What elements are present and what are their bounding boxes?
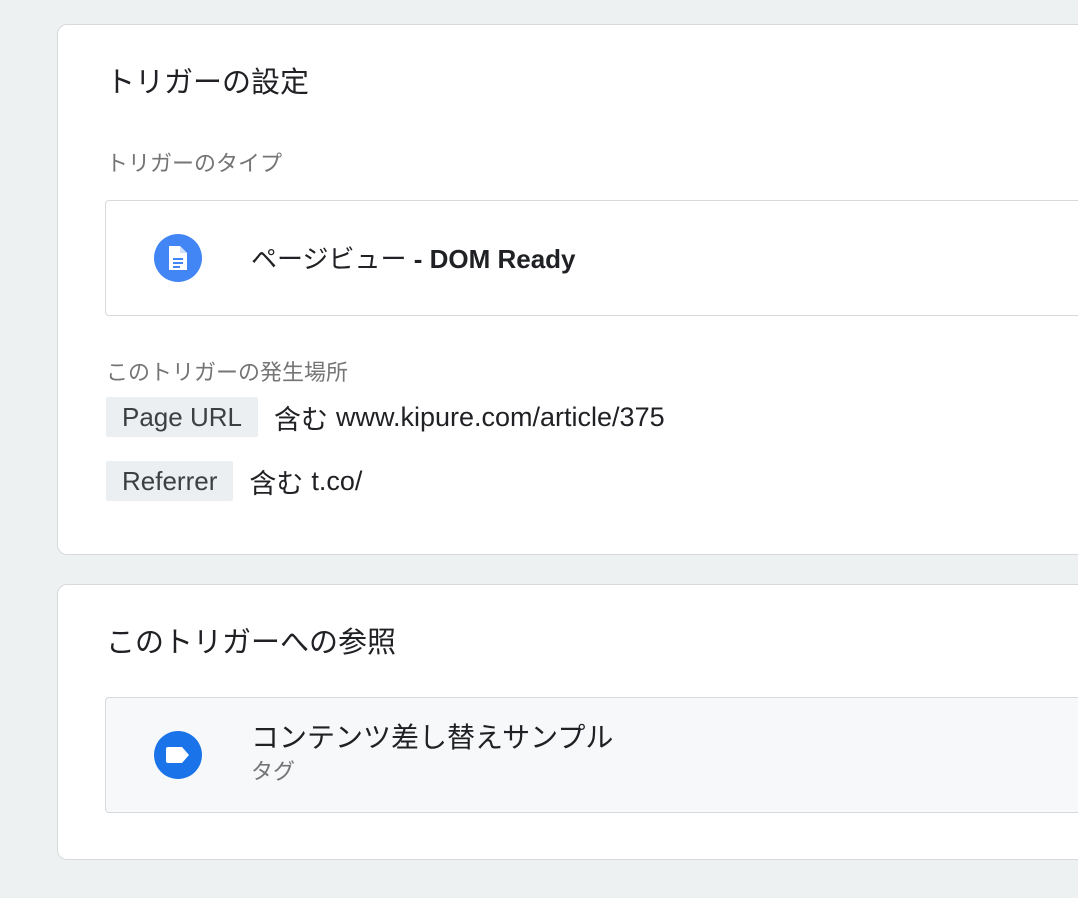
condition-variable-chip: Referrer <box>106 461 234 501</box>
trigger-type-selector[interactable]: ページビュー - DOM Ready <box>105 200 1078 316</box>
trigger-configuration-card: トリガーの設定 トリガーのタイプ ページビュー - DOM Ready このトリ… <box>57 24 1078 555</box>
trigger-references-card: このトリガーへの参照 コンテンツ差し替えサンプル タグ <box>57 584 1078 860</box>
trigger-type-suffix: DOM Ready <box>429 244 576 274</box>
trigger-type-name: ページビュー - DOM Ready <box>251 239 576 276</box>
condition-variable-chip: Page URL <box>106 397 258 437</box>
reference-type: タグ <box>251 759 296 784</box>
trigger-type-separator: - <box>406 244 430 274</box>
condition-operator: 含む <box>273 404 328 435</box>
trigger-config-title: トリガーの設定 <box>106 67 310 99</box>
condition-row: Referrer 含む t.co/ <box>106 461 362 501</box>
tag-icon <box>154 731 202 779</box>
page-document-icon <box>154 234 202 282</box>
condition-value: www.kipure.com/article/375 <box>335 401 665 432</box>
trigger-type-label: トリガーのタイプ <box>106 151 283 176</box>
reference-item[interactable]: コンテンツ差し替えサンプル タグ <box>105 697 1078 813</box>
reference-name: コンテンツ差し替えサンプル <box>251 722 614 753</box>
trigger-type-prefix: ページビュー <box>251 244 407 274</box>
condition-operator: 含む <box>249 468 304 499</box>
references-title: このトリガーへの参照 <box>106 627 397 659</box>
condition-value: t.co/ <box>311 465 363 496</box>
condition-row: Page URL 含む www.kipure.com/article/375 <box>106 397 665 437</box>
fires-on-label: このトリガーの発生場所 <box>106 360 349 385</box>
